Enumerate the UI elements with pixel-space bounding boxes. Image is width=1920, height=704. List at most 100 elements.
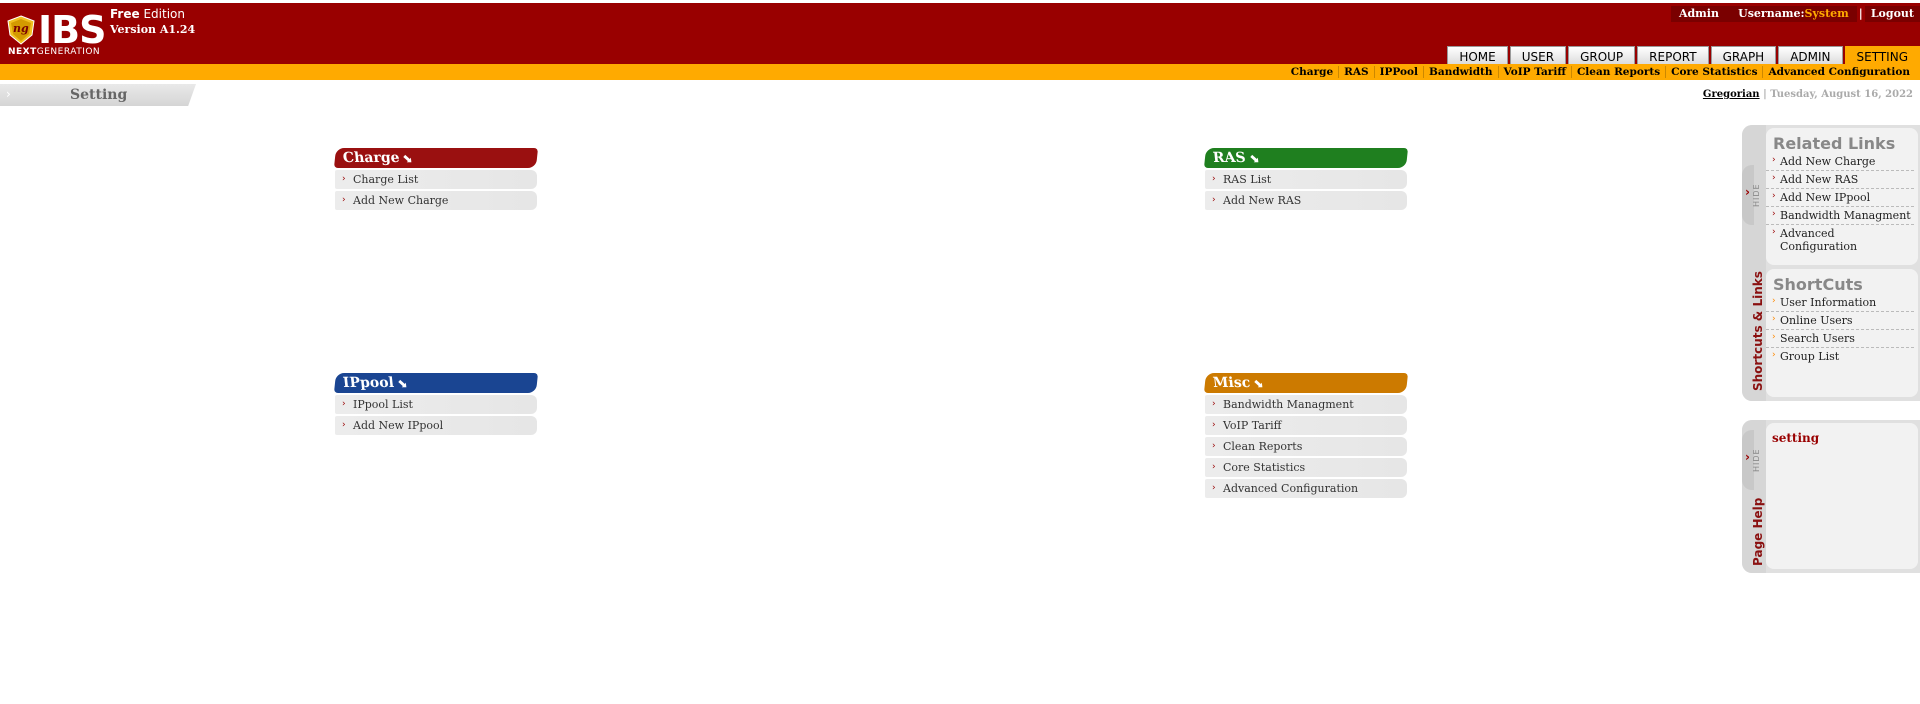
add-new-ippool-link[interactable]: › Add New IPpool [335, 416, 537, 435]
misc-box: Misc⬊ › Bandwidth Managment › VoIP Tariff … [1203, 373, 1409, 498]
voip-tariff-link[interactable]: › VoIP Tariff [1205, 416, 1407, 435]
page-help-vertical-label: Page Help [1751, 497, 1765, 566]
ippool-box: IPpool⬊ › IPpool List › Add New IPpool [333, 373, 539, 435]
charge-box-header[interactable]: Charge⬊ [333, 148, 539, 168]
logo-badge: ng [13, 22, 29, 35]
shortcut-online-users[interactable]: › Online Users [1766, 312, 1914, 330]
submenu-advanced-configuration[interactable]: Advanced Configuration [1764, 64, 1914, 80]
breadcrumb: › Setting [0, 84, 200, 106]
user-info: Admin Username:System [1670, 6, 1857, 22]
ras-box: RAS⬊ › RAS List › Add New RAS [1203, 148, 1409, 210]
bullet-icon: › [1772, 173, 1776, 183]
header-bar: ng IBS NEXTGENERATION Free Edition Versi… [0, 3, 1920, 66]
username-value: System [1804, 7, 1849, 20]
sub-menu-bar: Charge RAS IPPool Bandwidth VoIP Tariff … [0, 64, 1920, 80]
bullet-icon: › [1772, 209, 1776, 219]
ras-box-header[interactable]: RAS⬊ [1203, 148, 1409, 168]
date-bar: Gregorian | Tuesday, August 16, 2022 [1702, 89, 1913, 100]
submenu-ras[interactable]: RAS [1340, 64, 1372, 80]
bullet-icon: › [1212, 420, 1216, 430]
tab-group[interactable]: GROUP [1568, 46, 1636, 66]
tab-user[interactable]: USER [1509, 46, 1567, 66]
bullet-icon: › [1772, 350, 1776, 360]
shortcuts-panel-tab: › HIDE Shortcuts & Links [1742, 125, 1766, 401]
ippool-list-link[interactable]: › IPpool List [335, 395, 537, 414]
shortcuts-section: ShortCuts › User Information › Online User… [1766, 269, 1918, 397]
current-date: Tuesday, August 16, 2022 [1770, 89, 1913, 100]
submenu-bandwidth[interactable]: Bandwidth [1425, 64, 1497, 80]
page-title: Setting [70, 87, 128, 103]
tab-admin[interactable]: ADMIN [1778, 46, 1843, 66]
bullet-icon: › [342, 174, 346, 184]
misc-box-header[interactable]: Misc⬊ [1203, 373, 1409, 393]
submenu-voip-tariff[interactable]: VoIP Tariff [1500, 64, 1570, 80]
arrow-icon: ⬊ [1247, 151, 1260, 165]
userbar-separator: | [1858, 7, 1863, 20]
bullet-icon: › [1212, 483, 1216, 493]
add-new-charge-link[interactable]: › Add New Charge [335, 191, 537, 210]
user-bar: Admin Username:System | Logout [1670, 6, 1920, 22]
related-add-new-charge[interactable]: › Add New Charge [1766, 153, 1914, 171]
submenu-clean-reports[interactable]: Clean Reports [1573, 64, 1664, 80]
related-links-section: Related Links › Add New Charge › Add New R… [1766, 128, 1918, 265]
bullet-icon: › [1772, 155, 1776, 165]
submenu-charge[interactable]: Charge [1287, 64, 1337, 80]
logout-link[interactable]: Logout [1864, 6, 1920, 22]
page-help-text: setting [1772, 431, 1820, 445]
page-help-content: setting [1766, 423, 1918, 569]
advanced-configuration-link[interactable]: › Advanced Configuration [1205, 479, 1407, 498]
bandwidth-managment-link[interactable]: › Bandwidth Managment [1205, 395, 1407, 414]
breadcrumb-arrow-icon: › [6, 87, 11, 101]
tab-home[interactable]: HOME [1447, 46, 1508, 66]
admin-link[interactable]: Admin [1679, 7, 1719, 20]
bullet-icon: › [1212, 195, 1216, 205]
bullet-icon: › [1772, 314, 1776, 324]
bullet-icon: › [342, 420, 346, 430]
core-statistics-link[interactable]: › Core Statistics [1205, 458, 1407, 477]
username-label: Username: [1738, 7, 1805, 20]
bullet-icon: › [1772, 191, 1776, 201]
hide-label[interactable]: HIDE [1752, 448, 1761, 472]
ras-list-link[interactable]: › RAS List [1205, 170, 1407, 189]
bullet-icon: › [342, 399, 346, 409]
shortcut-user-information[interactable]: › User Information [1766, 294, 1914, 312]
tab-setting[interactable]: SETTING [1844, 46, 1920, 66]
shortcuts-title: ShortCuts [1773, 275, 1863, 294]
chevron-right-icon: › [1745, 185, 1750, 199]
submenu-ippool[interactable]: IPPool [1376, 64, 1422, 80]
chevron-right-icon: › [1745, 450, 1750, 464]
arrow-icon: ⬊ [1252, 376, 1265, 390]
arrow-icon: ⬊ [401, 151, 414, 165]
shortcut-search-users[interactable]: › Search Users [1766, 330, 1914, 348]
clean-reports-link[interactable]: › Clean Reports [1205, 437, 1407, 456]
bullet-icon: › [1212, 399, 1216, 409]
related-add-new-ippool[interactable]: › Add New IPpool [1766, 189, 1914, 207]
tab-graph[interactable]: GRAPH [1710, 46, 1777, 66]
add-new-ras-link[interactable]: › Add New RAS [1205, 191, 1407, 210]
bullet-icon: › [1212, 174, 1216, 184]
ibs-logo[interactable]: ng IBS NEXTGENERATION [7, 10, 106, 58]
charge-list-link[interactable]: › Charge List [335, 170, 537, 189]
charge-box: Charge⬊ › Charge List › Add New Charge [333, 148, 539, 210]
shortcuts-panel: › HIDE Shortcuts & Links Related Links ›… [1742, 125, 1920, 401]
page-help-panel: › HIDE Page Help setting [1742, 420, 1920, 573]
related-links-title: Related Links [1773, 134, 1896, 153]
ippool-box-header[interactable]: IPpool⬊ [333, 373, 539, 393]
calendar-link[interactable]: Gregorian [1703, 89, 1760, 100]
shortcut-group-list[interactable]: › Group List [1766, 348, 1914, 365]
bullet-icon: › [1772, 296, 1776, 306]
related-advanced-configuration[interactable]: › Advanced Configuration [1766, 225, 1914, 255]
shortcuts-vertical-label: Shortcuts & Links [1751, 271, 1765, 391]
hide-label[interactable]: HIDE [1752, 183, 1761, 207]
related-add-new-ras[interactable]: › Add New RAS [1766, 171, 1914, 189]
logo-subtitle: NEXTGENERATION [8, 47, 101, 57]
tab-report[interactable]: REPORT [1637, 46, 1709, 66]
page-help-panel-tab: › HIDE Page Help [1742, 420, 1766, 573]
edition-label: Free Edition [110, 7, 185, 21]
related-bandwidth-managment[interactable]: › Bandwidth Managment [1766, 207, 1914, 225]
sub-menu: Charge RAS IPPool Bandwidth VoIP Tariff … [1287, 64, 1914, 80]
bullet-icon: › [1212, 441, 1216, 451]
submenu-core-statistics[interactable]: Core Statistics [1667, 64, 1761, 80]
bullet-icon: › [1212, 462, 1216, 472]
version-label: Version A1.24 [110, 23, 196, 36]
